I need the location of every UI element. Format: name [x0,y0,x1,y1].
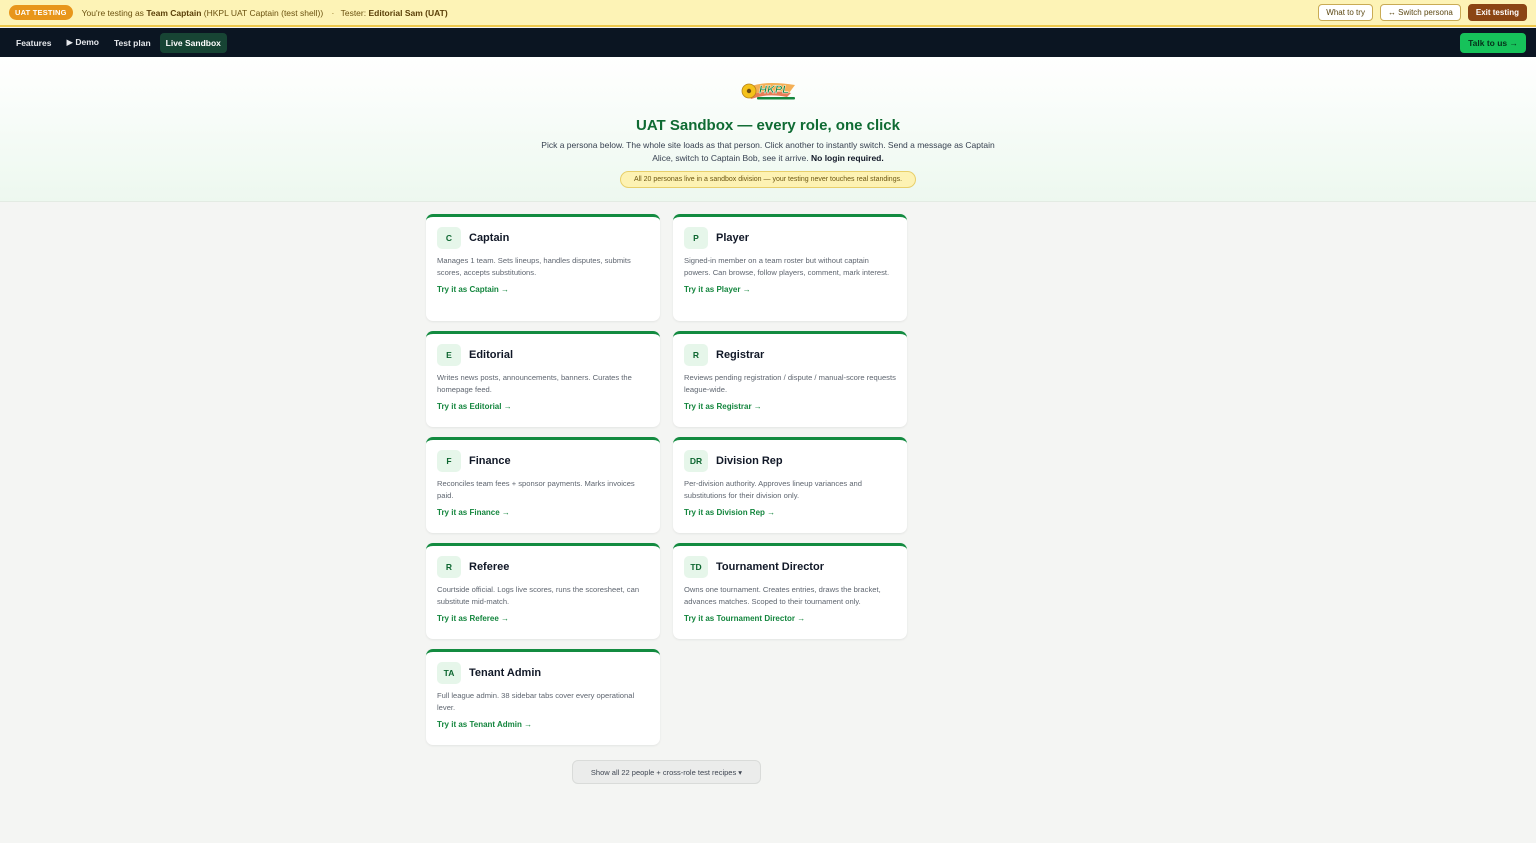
role-description: Writes news posts, announcements, banner… [437,373,632,394]
talk-to-us-button[interactable]: Talk to us → [1460,32,1526,53]
try-as-finance-link[interactable]: Try it as Finance → [437,508,510,517]
nav-demo[interactable]: ▶ Demo [60,32,105,53]
role-name: Tenant Admin [469,667,542,679]
try-as-registrar-link[interactable]: Try it as Registrar → [684,402,762,411]
try-as-player-link[interactable]: Try it as Player → [684,285,751,294]
uat-persona-detail: (HKPL UAT Captain (test shell)) [203,7,324,18]
role-initials-icon: F [437,450,461,472]
role-initials-icon: P [684,227,708,249]
role-card-editorial[interactable]: E Editorial Writes news posts, announcem… [426,331,660,427]
role-description: Reviews pending registration / dispute /… [684,373,896,394]
try-as-tenant-admin-link[interactable]: Try it as Tenant Admin → [437,720,532,729]
role-initials-icon: E [437,344,461,366]
logo-text: HKPL [759,84,789,96]
role-name: Division Rep [716,455,783,467]
nav-live-sandbox[interactable]: Live Sandbox [159,32,227,53]
sandbox-notice-pill: All 20 personas live in a sandbox divisi… [620,171,916,188]
role-description: Signed-in member on a team roster but wi… [684,256,890,277]
role-initials-icon: C [437,227,461,249]
role-card-referee[interactable]: R Referee Courtside official. Logs live … [426,543,660,639]
main-nav: Features ▶ Demo Test plan Live Sandbox T… [0,28,1536,57]
role-description: Per-division authority. Approves lineup … [684,479,862,500]
role-card-captain[interactable]: C Captain Manages 1 team. Sets lineups, … [426,214,660,321]
role-initials-icon: R [437,556,461,578]
page-description: Pick a persona below. The whole site loa… [541,140,995,163]
role-name: Referee [469,561,510,573]
try-as-tournament-director-link[interactable]: Try it as Tournament Director → [684,614,805,623]
uat-tester-name: Editorial Sam (UAT) [368,7,448,18]
role-card-player[interactable]: P Player Signed-in member on a team rost… [673,214,907,321]
try-as-editorial-link[interactable]: Try it as Editorial → [437,402,512,411]
page-title: UAT Sandbox — every role, one click [636,117,900,134]
role-description: Reconciles team fees + sponsor payments.… [437,479,635,500]
switch-persona-button[interactable]: ↔ Switch persona [1379,4,1461,21]
role-name: Editorial [469,349,514,361]
hero-section: HKPL UAT Sandbox — every role, one click… [0,57,1536,202]
try-as-referee-link[interactable]: Try it as Referee → [437,614,509,623]
hkpl-logo: HKPL [741,83,795,100]
role-name: Captain [469,232,510,244]
role-initials-icon: TD [684,556,708,578]
role-name: Tournament Director [716,561,824,573]
try-as-division-rep-link[interactable]: Try it as Division Rep → [684,508,775,517]
role-description: Manages 1 team. Sets lineups, handles di… [437,256,631,277]
role-name: Finance [469,455,511,467]
nav-test-plan[interactable]: Test plan [108,33,157,53]
role-name: Registrar [716,349,765,361]
what-to-try-button[interactable]: What to try [1318,4,1373,21]
show-all-people-button[interactable]: Show all 22 people + cross-role test rec… [572,760,761,784]
try-as-captain-link[interactable]: Try it as Captain → [437,285,509,294]
nav-features[interactable]: Features [10,33,57,53]
uat-status-text: You're testing as Team Captain (HKPL UAT… [81,7,448,18]
role-initials-icon: DR [684,450,708,472]
uat-badge: UAT TESTING [9,5,73,20]
role-name: Player [716,232,750,244]
uat-banner: UAT TESTING You're testing as Team Capta… [0,0,1536,27]
role-card-registrar[interactable]: R Registrar Reviews pending registration… [673,331,907,427]
role-card-tournament-director[interactable]: TD Tournament Director Owns one tourname… [673,543,907,639]
role-description: Courtside official. Logs live scores, ru… [437,585,640,606]
role-description: Owns one tournament. Creates entries, dr… [684,585,881,606]
role-card-tenant-admin[interactable]: TA Tenant Admin Full league admin. 38 si… [426,649,660,745]
exit-testing-button[interactable]: Exit testing [1467,4,1527,21]
role-card-finance[interactable]: F Finance Reconciles team fees + sponsor… [426,437,660,533]
role-card-division-rep[interactable]: DR Division Rep Per-division authority. … [673,437,907,533]
role-description: Full league admin. 38 sidebar tabs cover… [437,691,635,712]
role-initials-icon: TA [437,662,461,684]
uat-actions: What to try ↔ Switch persona Exit testin… [1318,4,1527,21]
uat-persona: Team Captain [146,7,202,18]
role-initials-icon: R [684,344,708,366]
